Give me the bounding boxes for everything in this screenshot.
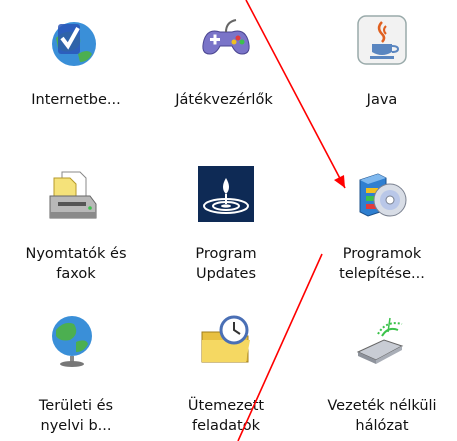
annotation-line-bottom [237, 253, 323, 441]
annotation-arrow-line [245, 0, 346, 189]
annotation-overlay [237, 0, 346, 441]
